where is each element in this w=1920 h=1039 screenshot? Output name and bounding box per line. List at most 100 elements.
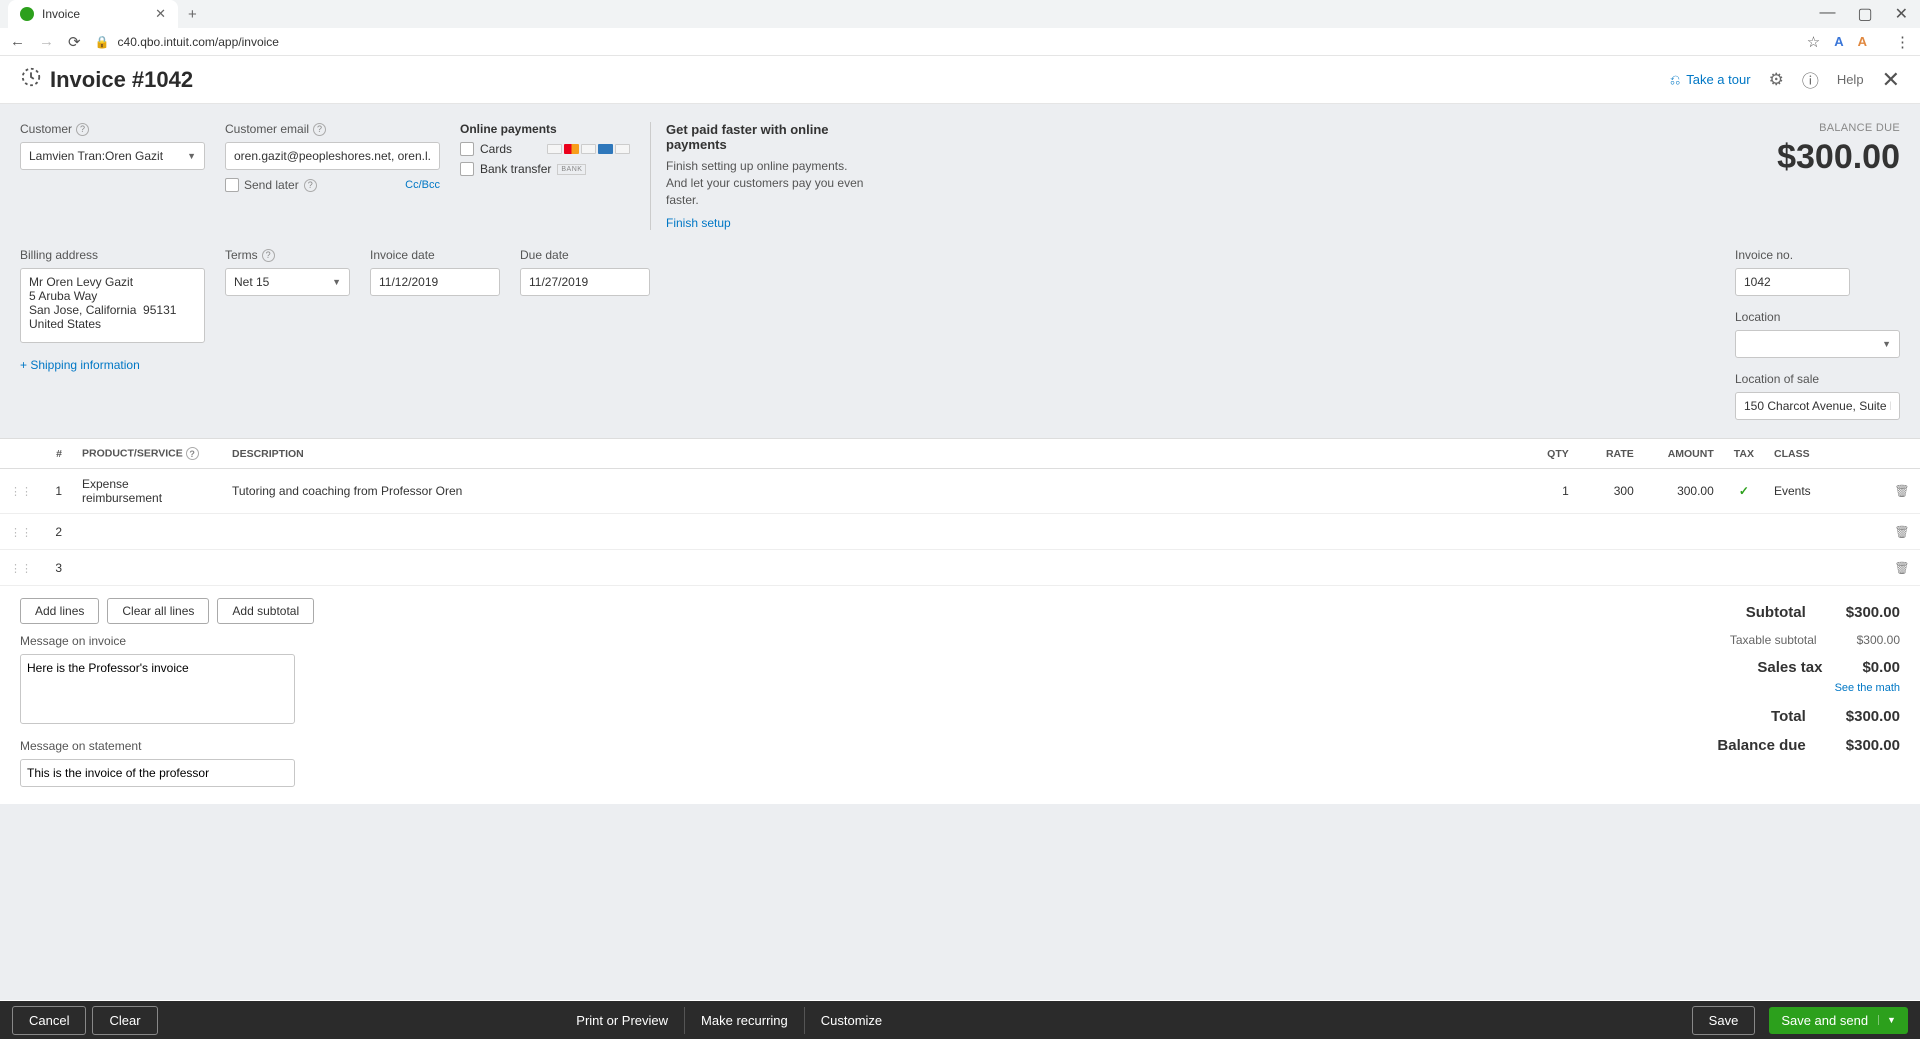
cell-rate[interactable]: 300 [1579,469,1644,514]
customer-dropdown[interactable]: Lamvien Tran:Oren Gazit ▼ [20,142,205,170]
cell-rate[interactable] [1579,514,1644,550]
cards-label: Cards [480,142,512,156]
help-dot-icon[interactable]: ? [186,447,199,460]
cell-amount[interactable]: 300.00 [1644,469,1724,514]
cell-description[interactable] [222,550,1514,586]
email-input[interactable] [225,142,440,170]
invoice-date-input[interactable] [370,268,500,296]
cell-tax[interactable] [1724,514,1764,550]
cell-product[interactable] [72,550,222,586]
clear-button[interactable]: Clear [92,1006,157,1035]
table-row[interactable]: ⋮⋮ 3 🗑 [0,550,1920,586]
window-close-icon[interactable]: ✕ [1895,4,1908,24]
cell-qty[interactable]: 1 [1514,469,1579,514]
cell-num: 3 [42,550,72,586]
customize-button[interactable]: Customize [804,1007,898,1034]
cell-rate[interactable] [1579,550,1644,586]
help-icon[interactable]: ⓘ [1802,67,1819,92]
billing-address-input[interactable] [20,268,205,343]
gear-icon[interactable]: ⚙ [1769,70,1784,90]
help-dot-icon[interactable]: ? [304,179,317,192]
recent-icon[interactable] [20,66,42,93]
th-tax: TAX [1724,439,1764,469]
cell-qty[interactable] [1514,514,1579,550]
help-dot-icon[interactable]: ? [262,249,275,262]
cell-amount[interactable] [1644,514,1724,550]
recurring-button[interactable]: Make recurring [684,1007,804,1034]
card-icons [547,144,630,154]
cell-class[interactable] [1764,514,1884,550]
line-items-table: # PRODUCT/SERVICE ? DESCRIPTION QTY RATE… [0,438,1920,586]
trash-icon[interactable]: 🗑 [1894,484,1909,498]
tab-close-icon[interactable]: ✕ [155,6,166,22]
add-subtotal-button[interactable]: Add subtotal [217,598,314,624]
cell-tax[interactable]: ✓ [1724,469,1764,514]
billing-label: Billing address [20,248,205,262]
qbo-favicon [20,7,34,21]
msg-statement-input[interactable] [20,759,295,787]
help-dot-icon[interactable]: ? [313,123,326,136]
cell-qty[interactable] [1514,550,1579,586]
cell-product[interactable]: Expense reimbursement [72,469,222,514]
table-row[interactable]: ⋮⋮2🗑 [0,514,1920,550]
check-icon: ✓ [1739,484,1749,498]
ccbcc-link[interactable]: Cc/Bcc [405,179,440,191]
loc-sale-label: Location of sale [1735,372,1900,386]
new-tab-icon[interactable]: + [188,6,197,23]
cell-product[interactable] [72,514,222,550]
trash-icon[interactable]: 🗑 [1894,561,1909,575]
help-label[interactable]: Help [1837,72,1864,87]
chevron-down-icon[interactable]: ▼ [1878,1015,1896,1025]
nav-forward-icon[interactable]: → [39,33,54,50]
clear-lines-button[interactable]: Clear all lines [107,598,209,624]
star-icon[interactable]: ☆ [1807,33,1820,51]
drag-handle-icon[interactable]: ⋮⋮ [10,563,32,575]
nav-reload-icon[interactable]: ⟳ [68,33,81,51]
cell-tax[interactable] [1724,550,1764,586]
cell-description[interactable] [222,514,1514,550]
location-dropdown[interactable]: ▼ [1735,330,1900,358]
balance-due-label: BALANCE DUE [1777,122,1900,134]
cancel-button[interactable]: Cancel [12,1006,86,1035]
cards-checkbox[interactable] [460,142,474,156]
invoice-no-input[interactable] [1735,268,1850,296]
shipping-info-link[interactable]: + Shipping information [20,358,140,372]
cell-description[interactable]: Tutoring and coaching from Professor Ore… [222,469,1514,514]
table-row[interactable]: ⋮⋮ 1 Expense reimbursementTutoring and coa… [0,469,1920,514]
see-math-link[interactable]: See the math [1640,682,1900,694]
browser-menu-icon[interactable]: ⋮ [1895,33,1910,51]
cell-amount[interactable] [1644,550,1724,586]
bank-checkbox[interactable] [460,162,474,176]
invoice-no-label: Invoice no. [1735,248,1900,262]
save-button[interactable]: Save [1692,1006,1756,1035]
window-maximize-icon[interactable]: ▢ [1857,4,1872,24]
browser-tab[interactable]: Invoice ✕ [8,0,178,28]
nav-back-icon[interactable]: ← [10,33,25,50]
close-icon[interactable]: ✕ [1882,67,1900,93]
window-minimize-icon[interactable]: — [1819,4,1835,24]
take-tour-link[interactable]: ⎌ Take a tour [1670,72,1751,88]
drag-handle-icon[interactable]: ⋮⋮ [10,527,32,539]
print-preview-button[interactable]: Print or Preview [560,1007,684,1034]
trash-icon[interactable]: 🗑 [1894,525,1909,539]
chevron-down-icon: ▼ [332,277,341,287]
th-num: # [42,439,72,469]
due-date-input[interactable] [520,268,650,296]
loc-sale-input[interactable] [1735,392,1900,420]
applepay-icon [615,144,630,154]
drag-handle-icon[interactable]: ⋮⋮ [10,486,32,498]
finish-setup-link[interactable]: Finish setup [666,216,870,230]
add-lines-button[interactable]: Add lines [20,598,99,624]
msg-invoice-input[interactable] [20,654,295,724]
save-send-button[interactable]: Save and send ▼ [1769,1007,1908,1034]
terms-dropdown[interactable]: Net 15 ▼ [225,268,350,296]
url-field[interactable]: 🔒 c40.qbo.intuit.com/app/invoice [95,35,1793,49]
cell-class[interactable]: Events [1764,469,1884,514]
th-qty: QTY [1514,439,1579,469]
help-dot-icon[interactable]: ? [76,123,89,136]
cell-class[interactable] [1764,550,1884,586]
extension-a-icon[interactable]: A [1834,34,1843,49]
send-later-checkbox[interactable] [225,178,239,192]
extension-a2-icon[interactable]: A [1858,34,1867,49]
invoice-date-label: Invoice date [370,248,500,262]
